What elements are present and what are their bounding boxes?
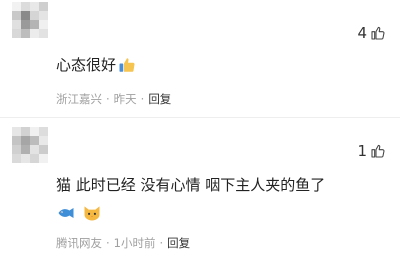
separator: · — [106, 236, 110, 250]
comment-item: 4 心态很好 浙江嘉兴 · 昨天 · 回复 — [0, 0, 400, 118]
fish-emoji-icon — [58, 208, 74, 218]
cat-face-emoji-icon — [84, 206, 100, 221]
reply-button[interactable]: 回复 — [148, 91, 171, 107]
emoji-row — [56, 203, 102, 223]
thumb-up-outline-icon — [371, 144, 385, 158]
timestamp: 1小时前 — [113, 236, 156, 250]
timestamp: 昨天 — [113, 92, 137, 106]
comment-meta: 浙江嘉兴 · 昨天 · 回复 — [56, 91, 171, 107]
like-button[interactable]: 4 — [357, 24, 386, 42]
location: 腾讯网友 — [56, 236, 102, 250]
separator: · — [159, 236, 164, 250]
thumbs-up-emoji-icon — [119, 57, 135, 72]
avatar[interactable] — [12, 2, 48, 38]
comment-text-content: 猫 此时已经 没有心情 咽下主人夹的鱼了 — [56, 176, 326, 194]
like-count: 1 — [357, 142, 367, 160]
comment-item: 1 猫 此时已经 没有心情 咽下主人夹的鱼了 腾讯网友 · 1小时前 · 回复 — [0, 118, 400, 254]
comment-text-content: 心态很好 — [56, 56, 117, 74]
separator: · — [106, 92, 110, 106]
reply-button[interactable]: 回复 — [167, 235, 190, 251]
comment-text: 心态很好 — [56, 54, 136, 75]
avatar[interactable] — [12, 127, 48, 163]
separator: · — [140, 92, 145, 106]
comment-meta: 腾讯网友 · 1小时前 · 回复 — [56, 235, 190, 251]
location: 浙江嘉兴 — [56, 92, 102, 106]
like-button[interactable]: 1 — [357, 142, 386, 160]
like-count: 4 — [357, 24, 367, 42]
thumb-up-outline-icon — [371, 26, 385, 40]
comment-text: 猫 此时已经 没有心情 咽下主人夹的鱼了 — [56, 174, 325, 195]
